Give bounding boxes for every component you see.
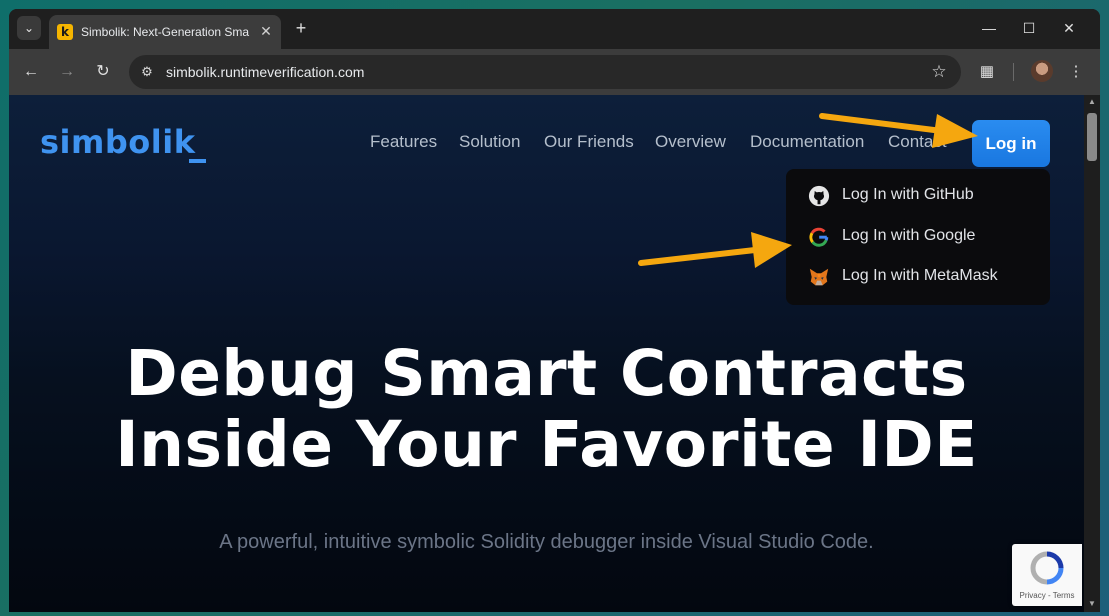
nav-contact[interactable]: Contact: [888, 132, 947, 152]
minimize-icon[interactable]: —: [969, 17, 1009, 39]
logo-underline: [189, 159, 206, 163]
recaptcha-badge[interactable]: Privacy - Terms: [1012, 544, 1082, 606]
page-viewport: simbolik Features Solution Our Friends O…: [9, 95, 1100, 612]
hero-subtitle: A powerful, intuitive symbolic Solidity …: [219, 531, 874, 553]
login-github-label: Log In with GitHub: [842, 186, 974, 203]
forward-arrow-icon[interactable]: →: [56, 61, 78, 83]
nav-our-friends[interactable]: Our Friends: [544, 132, 634, 152]
login-google-item[interactable]: Log In with Google: [808, 224, 1048, 250]
site-logo[interactable]: simbolik: [40, 123, 195, 161]
google-icon: [809, 227, 829, 247]
star-icon[interactable]: ☆: [929, 62, 949, 82]
plus-icon[interactable]: +: [291, 18, 311, 38]
close-icon[interactable]: ✕: [257, 22, 275, 40]
github-icon: [808, 185, 830, 207]
recaptcha-icon: [1030, 551, 1064, 585]
scroll-thumb[interactable]: [1087, 113, 1097, 161]
scroll-up-icon[interactable]: ▲: [1087, 97, 1097, 107]
hero-title-line2: Inside Your Favorite IDE: [115, 408, 978, 481]
tab-strip: ⌄ k Simbolik: Next-Generation Sma ✕ + — …: [9, 9, 1100, 49]
kebab-menu-icon[interactable]: ⋮: [1065, 61, 1087, 83]
url-text[interactable]: simbolik.runtimeverification.com: [166, 64, 364, 80]
login-button[interactable]: Log in: [972, 120, 1050, 167]
scrollbar[interactable]: ▲ ▼: [1084, 95, 1100, 612]
reload-icon[interactable]: ↻: [92, 61, 114, 83]
login-google-label: Log In with Google: [842, 227, 976, 244]
browser-toolbar: ← → ↻ ⚙ simbolik.runtimeverification.com…: [9, 49, 1100, 95]
login-dropdown: Log In with GitHub Log In with Google Lo…: [786, 169, 1050, 305]
window-close-icon[interactable]: ✕: [1049, 17, 1089, 39]
favicon: k: [57, 24, 73, 40]
maximize-icon[interactable]: ☐: [1009, 17, 1049, 39]
hero-title-line1: Debug Smart Contracts: [125, 337, 968, 410]
browser-tab[interactable]: k Simbolik: Next-Generation Sma ✕: [49, 15, 281, 49]
back-arrow-icon[interactable]: ←: [20, 61, 42, 83]
nav-solution[interactable]: Solution: [459, 132, 520, 152]
chevron-down-icon[interactable]: ⌄: [17, 16, 41, 40]
login-metamask-item[interactable]: Log In with MetaMask: [808, 264, 1048, 290]
tab-title: Simbolik: Next-Generation Sma: [81, 25, 250, 39]
login-github-item[interactable]: Log In with GitHub: [808, 183, 1048, 209]
puzzle-icon[interactable]: ▦: [976, 61, 998, 83]
nav-features[interactable]: Features: [370, 132, 437, 152]
browser-window: ⌄ k Simbolik: Next-Generation Sma ✕ + — …: [9, 9, 1100, 612]
login-metamask-label: Log In with MetaMask: [842, 267, 998, 284]
nav-documentation[interactable]: Documentation: [750, 132, 864, 152]
toolbar-divider: [1013, 63, 1014, 81]
scroll-down-icon[interactable]: ▼: [1087, 599, 1097, 609]
nav-overview[interactable]: Overview: [655, 132, 726, 152]
recaptcha-label[interactable]: Privacy - Terms: [1012, 591, 1082, 600]
address-bar[interactable]: ⚙ simbolik.runtimeverification.com ☆: [129, 55, 961, 89]
site-info-icon[interactable]: ⚙: [139, 64, 155, 80]
avatar[interactable]: [1031, 60, 1053, 82]
metamask-icon: [809, 268, 829, 286]
